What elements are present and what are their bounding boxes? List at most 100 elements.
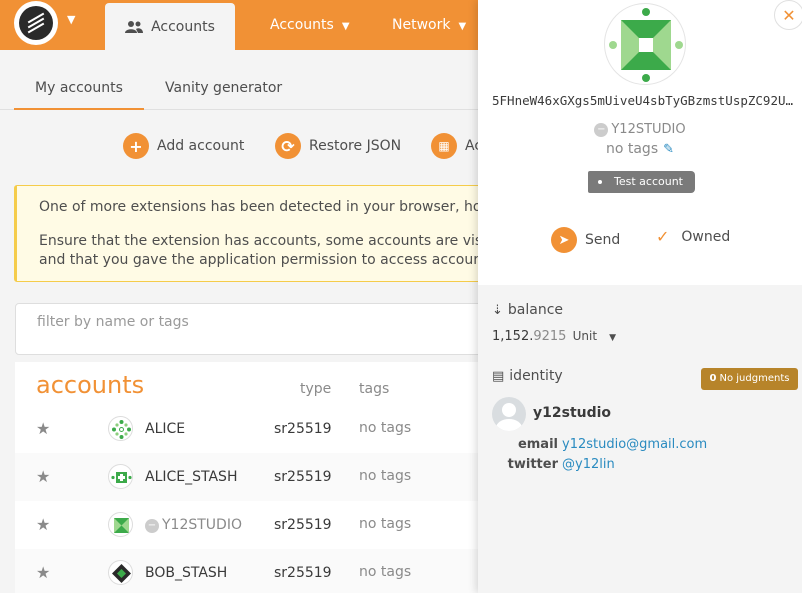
identity-section-label: ▤ identity [492, 368, 563, 384]
account-tags: no tags [359, 516, 412, 532]
extension-warning-banner: One of more extensions has been detected… [14, 185, 514, 282]
nav-accounts-menu[interactable]: Accounts ▼ [270, 17, 350, 33]
star-icon[interactable]: ★ [36, 419, 50, 438]
no-identity-icon: − [145, 519, 159, 533]
account-name-text: Y12STUDIO [162, 517, 242, 533]
paper-plane-icon: ➤ [551, 227, 577, 253]
judgments-text: No judgments [719, 373, 790, 384]
chevron-down-icon: ▼ [341, 21, 350, 32]
avatar [492, 397, 526, 431]
active-subtab-indicator [14, 108, 144, 110]
test-account-tag-label: Test account [614, 175, 683, 188]
account-name: − Y12STUDIO [145, 517, 242, 533]
column-header-tags: tags [359, 381, 390, 397]
restore-json-button[interactable]: ⟳ Restore JSON [275, 133, 401, 159]
no-identity-icon: − [594, 123, 609, 137]
account-display-name: − Y12STUDIO [478, 122, 802, 137]
identicon[interactable] [108, 464, 133, 489]
owned-label: Owned [681, 228, 731, 245]
account-type: sr25519 [274, 565, 332, 581]
chain-selector-caret-icon[interactable]: ▼ [67, 13, 75, 26]
test-account-tag: Test account [588, 171, 695, 193]
account-type: sr25519 [274, 421, 332, 437]
account-tags: no tags [359, 468, 412, 484]
balance-label: balance [507, 302, 564, 318]
sort-amount-icon: ⇣ [492, 302, 503, 318]
add-via-qr-button[interactable]: ▦ Ac [431, 133, 482, 159]
add-account-label: Add account [157, 138, 245, 154]
warning-line-1: One of more extensions has been detected… [39, 199, 482, 215]
balance-integer: 1,152. [492, 329, 534, 344]
add-account-button[interactable]: + Add account [123, 133, 244, 159]
tag-icon [598, 180, 602, 184]
check-icon: ✓ [656, 227, 670, 246]
identicon[interactable] [108, 560, 133, 585]
identity-display-name: y12studio [533, 405, 612, 421]
star-icon[interactable]: ★ [36, 515, 50, 534]
send-label: Send [585, 232, 621, 248]
app-logo[interactable] [14, 1, 58, 45]
account-tags: no tags [359, 420, 412, 436]
table-row[interactable]: ★ − Y12STUDIO sr25519 no tags [15, 501, 515, 549]
identicon[interactable] [108, 512, 133, 537]
filter-placeholder: filter by name or tags [37, 314, 189, 330]
accounts-table-title: accounts [36, 371, 145, 399]
account-sidebar: ✕ 5FHneW46xGXgs5mUiveU4sbTyGBzmstUspZC92… [478, 0, 802, 593]
plus-icon: + [123, 133, 149, 159]
sync-icon: ⟳ [275, 133, 301, 159]
accounts-table: accounts type tags ★ ALICE sr25519 no ta… [15, 362, 515, 593]
identicon[interactable] [108, 416, 133, 441]
chevron-down-icon[interactable]: ▼ [609, 333, 616, 343]
id-card-icon: ▤ [492, 368, 505, 384]
balance-unit: Unit [572, 329, 598, 343]
subtab-vanity-generator[interactable]: Vanity generator [165, 80, 282, 96]
account-display-name-text: Y12STUDIO [611, 122, 686, 137]
edit-icon[interactable]: ✎ [663, 142, 674, 157]
send-button[interactable]: ➤ Send [551, 227, 620, 253]
restore-json-label: Restore JSON [309, 138, 402, 154]
tags-row: no tags ✎ [478, 141, 802, 157]
account-name: ALICE [145, 421, 186, 437]
account-tags: no tags [359, 564, 412, 580]
nav-network-label: Network [392, 17, 451, 33]
account-identicon[interactable] [604, 3, 686, 85]
balance-section-label: ⇣ balance [492, 302, 563, 318]
filter-input[interactable]: filter by name or tags [15, 303, 515, 355]
qrcode-icon: ▦ [431, 133, 457, 159]
star-icon[interactable]: ★ [36, 563, 50, 582]
chevron-down-icon: ▼ [458, 21, 467, 32]
column-header-type: type [300, 381, 332, 397]
star-icon[interactable]: ★ [36, 467, 50, 486]
tab-accounts[interactable]: Accounts [105, 3, 235, 50]
table-row[interactable]: ★ ALICE sr25519 no tags [15, 405, 515, 453]
account-type: sr25519 [274, 469, 332, 485]
table-row[interactable]: ★ ALICE_STASH sr25519 no tags [15, 453, 515, 501]
close-icon[interactable]: ✕ [774, 0, 802, 30]
balance-value[interactable]: 1,152.9215 Unit ▼ [492, 329, 616, 344]
email-link[interactable]: y12studio@gmail.com [562, 437, 707, 452]
nav-accounts-label: Accounts [270, 17, 334, 33]
account-address[interactable]: 5FHneW46xGXgs5mUiveU4sbTyGBzmstUspZC92Uh… [492, 93, 798, 108]
no-tags-text: no tags [605, 141, 659, 157]
tab-accounts-label: Accounts [151, 18, 215, 35]
subtab-my-accounts[interactable]: My accounts [35, 80, 123, 96]
table-row[interactable]: ★ BOB_STASH sr25519 no tags [15, 549, 515, 593]
account-type: sr25519 [274, 517, 332, 533]
judgments-count: 0 [709, 373, 717, 384]
user-icon [502, 403, 516, 417]
judgments-badge: 0 No judgments [701, 368, 798, 390]
users-icon [125, 20, 144, 33]
identity-label: identity [509, 368, 563, 384]
account-name: BOB_STASH [145, 565, 228, 581]
substrate-logo-icon [19, 6, 53, 40]
balance-decimal: 9215 [533, 329, 567, 344]
email-key: email [517, 437, 558, 452]
owned-status: ✓ Owned [656, 227, 730, 246]
account-name: ALICE_STASH [145, 469, 238, 485]
warning-line-3: and that you gave the application permis… [39, 252, 479, 268]
account-details: ⇣ balance 1,152.9215 Unit ▼ ▤ identity 0… [478, 285, 802, 593]
warning-line-2: Ensure that the extension has accounts, … [39, 233, 483, 249]
nav-network-menu[interactable]: Network ▼ [392, 17, 466, 33]
twitter-key: twitter [507, 457, 558, 472]
twitter-link[interactable]: @y12lin [562, 457, 615, 472]
